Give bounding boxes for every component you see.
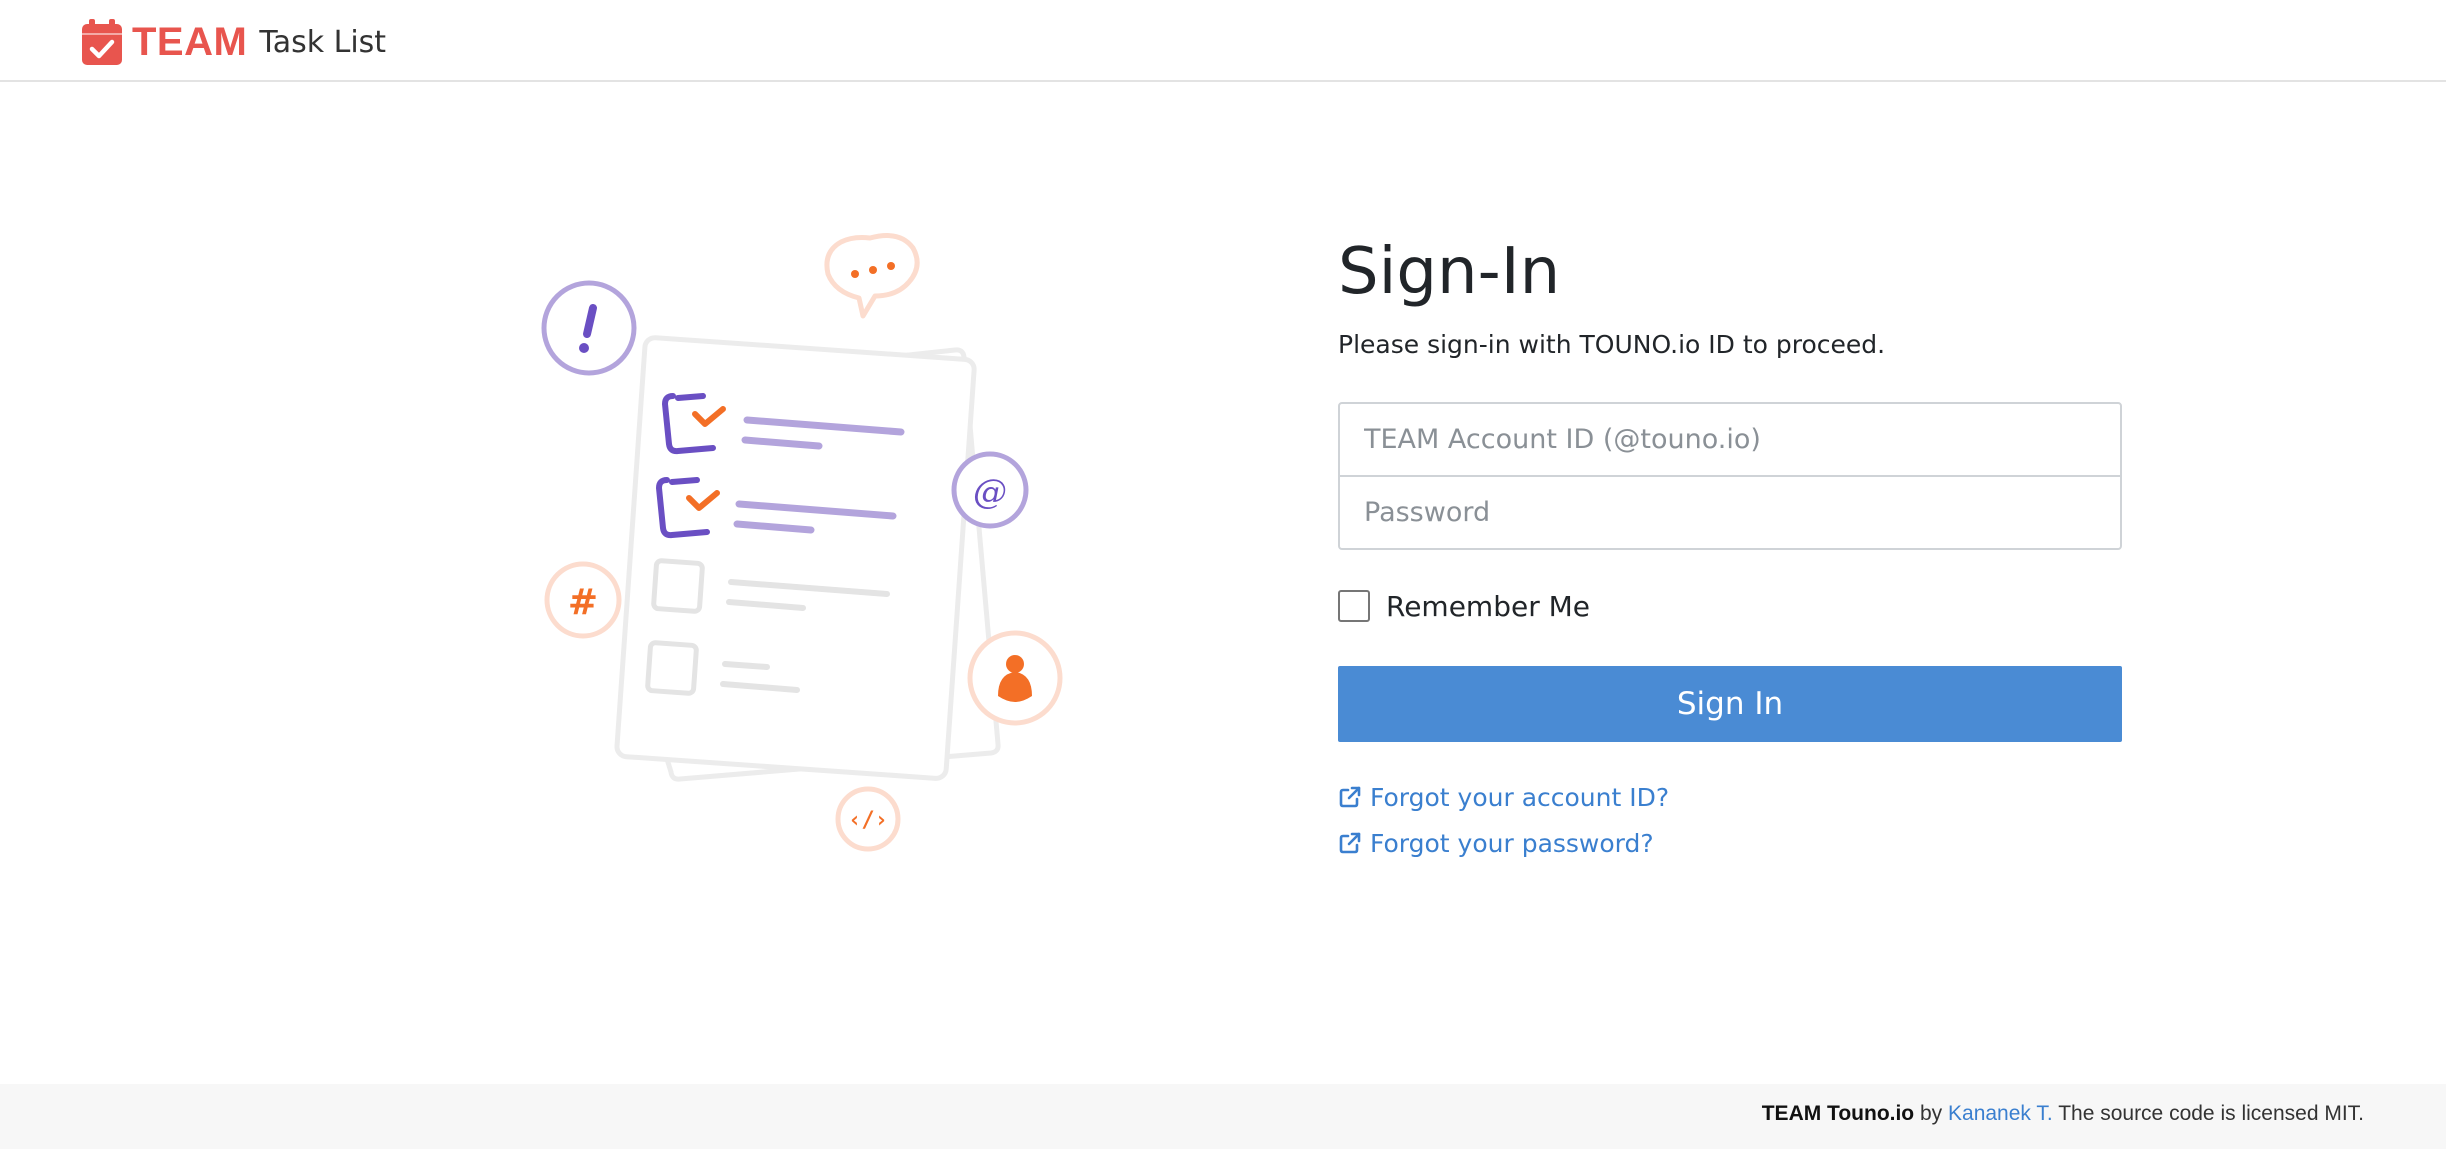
hashtag-icon: #	[544, 561, 622, 639]
code-icon: ‹/›	[835, 786, 901, 852]
password-input[interactable]	[1340, 477, 2120, 548]
calendar-check-icon	[82, 19, 122, 65]
remember-me-row[interactable]: Remember Me	[1338, 588, 2122, 624]
exclamation-icon	[541, 280, 637, 376]
forgot-account-label[interactable]: Forgot your account ID?	[1370, 783, 1669, 812]
signin-button[interactable]: Sign In	[1338, 666, 2122, 742]
signin-title: Sign-In	[1338, 235, 1561, 309]
brand-name: TEAM	[132, 19, 248, 64]
account-id-input[interactable]	[1340, 404, 2120, 475]
external-link-icon	[1339, 832, 1361, 854]
footer-license: The source code is licensed MIT.	[2058, 1102, 2364, 1125]
signin-panel: Sign-In Please sign-in with TOUNO.io ID …	[1338, 230, 2122, 872]
credentials-input-group	[1338, 402, 2122, 550]
footer-product: TEAM Touno.io	[1761, 1102, 1915, 1125]
user-icon	[967, 630, 1063, 726]
svg-text:#: #	[568, 582, 598, 623]
remember-me-checkbox[interactable]	[1338, 590, 1370, 622]
external-link-icon	[1339, 786, 1361, 808]
forgot-password-link[interactable]: Forgot your password?	[1338, 826, 2122, 860]
forgot-account-link[interactable]: Forgot your account ID?	[1338, 780, 2122, 814]
footer-author-link[interactable]: Kananek T.	[1948, 1102, 2053, 1125]
chat-bubble-icon	[824, 233, 920, 319]
footer-credits: TEAM Touno.io by Kananek T. The source c…	[1762, 1102, 2364, 1126]
help-links: Forgot your account ID? Forgot your pass…	[1338, 780, 2122, 860]
svg-text:‹/›: ‹/›	[848, 808, 888, 833]
front-paper	[614, 335, 977, 781]
forgot-password-label[interactable]: Forgot your password?	[1370, 829, 1654, 858]
top-navbar: TEAM Task List	[0, 0, 2446, 82]
svg-text:@: @	[973, 472, 1007, 512]
brand-link[interactable]: TEAM Task List	[82, 18, 386, 66]
footer-by: by	[1919, 1102, 1943, 1125]
remember-me-label[interactable]: Remember Me	[1386, 590, 1590, 623]
task-list-illustration: @ # ‹/›	[541, 233, 1063, 852]
brand-subtitle: Task List	[259, 24, 387, 60]
at-sign-icon: @	[951, 451, 1029, 529]
signin-subtitle: Please sign-in with TOUNO.io ID to proce…	[1338, 330, 1886, 359]
page-footer: TEAM Touno.io by Kananek T. The source c…	[0, 1084, 2446, 1149]
